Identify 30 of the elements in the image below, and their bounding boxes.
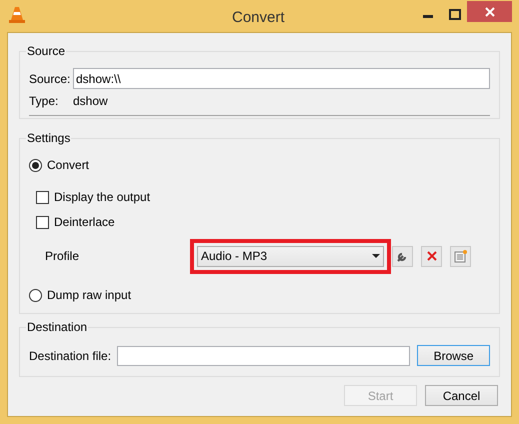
profile-label: Profile xyxy=(44,248,80,265)
dropdown-arrow-icon xyxy=(372,254,380,258)
radio-label: Convert xyxy=(47,157,90,174)
source-field[interactable]: dshow:\\ xyxy=(73,68,490,89)
type-value: dshow xyxy=(73,93,108,110)
group-title: Settings xyxy=(26,130,72,146)
source-label: Source: xyxy=(29,70,72,88)
checkbox[interactable] xyxy=(36,216,49,228)
radio-button[interactable] xyxy=(29,158,42,172)
type-label: Type: xyxy=(29,93,60,110)
traffic-cone-icon xyxy=(9,6,25,23)
checkbox[interactable] xyxy=(36,190,49,204)
new-profile-button[interactable] xyxy=(450,246,471,266)
delete-profile-button[interactable] xyxy=(421,246,442,266)
delete-icon xyxy=(426,251,436,261)
edit-profile-button[interactable] xyxy=(392,246,413,266)
new-list-icon xyxy=(454,250,467,262)
radio-button[interactable] xyxy=(29,288,42,302)
maximize-icon[interactable] xyxy=(449,9,461,20)
browse-button[interactable]: Browse xyxy=(417,345,490,366)
window-title: Convert xyxy=(232,8,285,28)
close-button[interactable] xyxy=(467,1,512,22)
radio-label: Dump raw input xyxy=(47,287,132,304)
close-icon xyxy=(484,6,494,16)
destination-field[interactable] xyxy=(116,346,410,366)
checkbox-label: Deinterlace xyxy=(54,214,115,231)
dialog-button[interactable]: Cancel xyxy=(425,385,498,406)
profile-dropdown[interactable]: Audio - MP3 xyxy=(197,246,384,266)
destination-label: Destination file: xyxy=(29,348,112,364)
checkbox-label: Display the output xyxy=(54,189,150,206)
